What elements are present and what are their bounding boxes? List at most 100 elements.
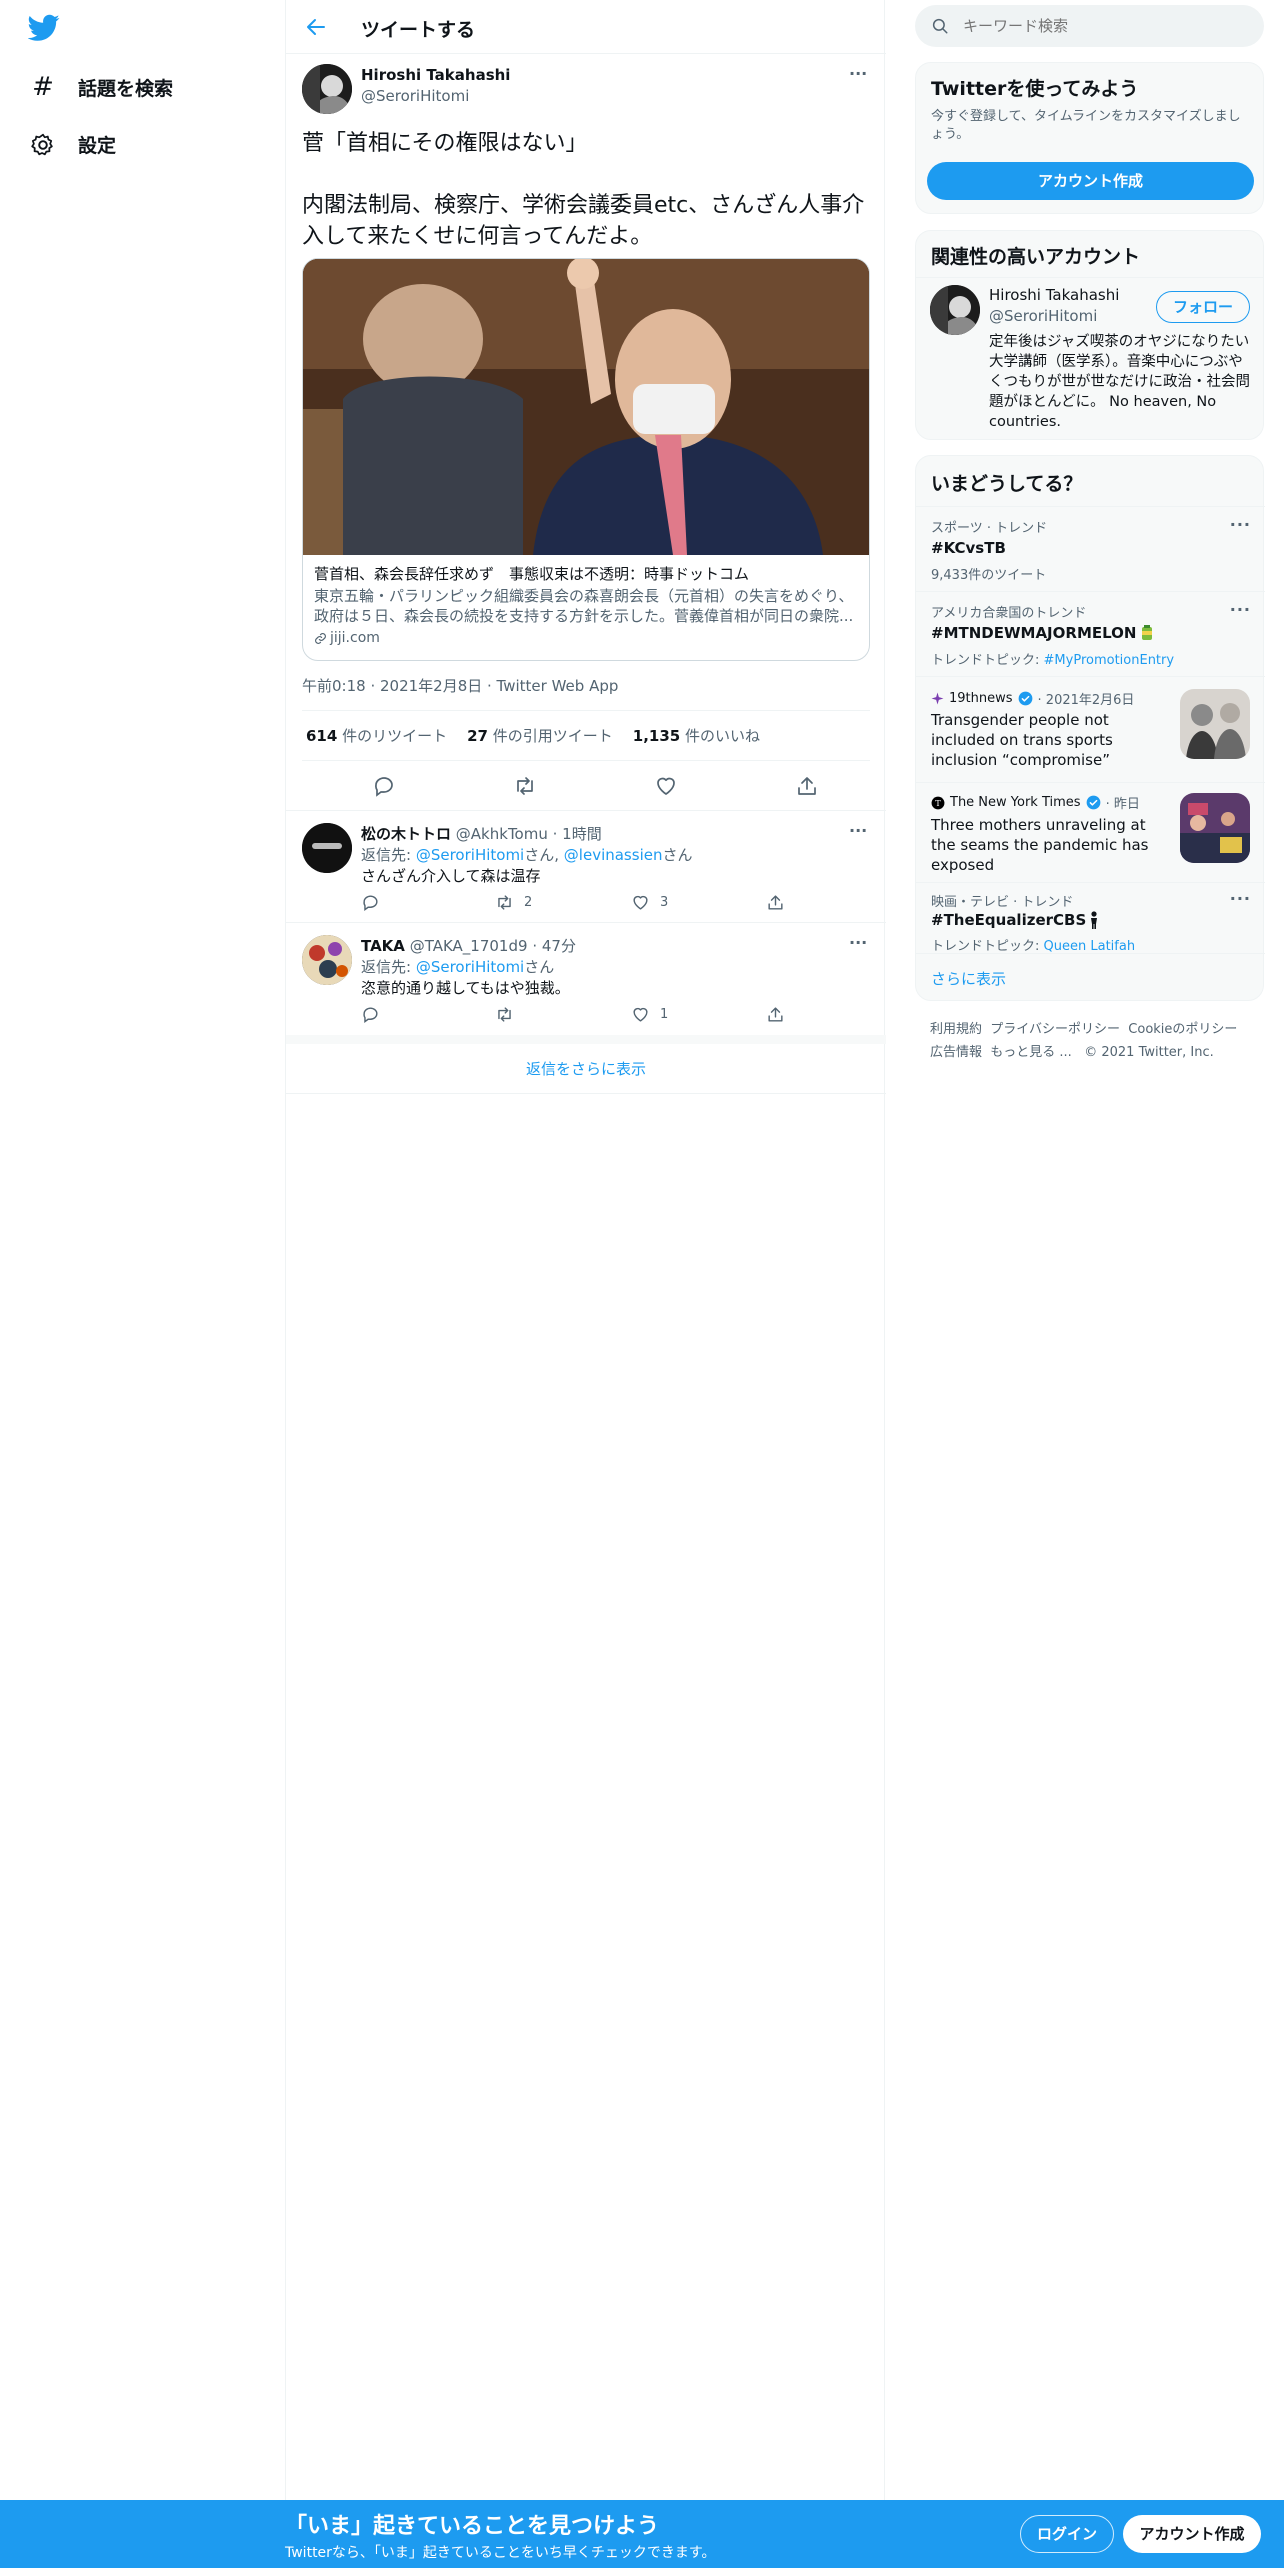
reply-tweet[interactable]: 松の木トトロ @AkhkTomu · 1時間 ··· 返信先: @SeroriH… (286, 811, 886, 923)
back-arrow-icon[interactable] (304, 15, 328, 39)
retweets-stat[interactable]: 614 件のリツイート (306, 725, 447, 746)
like-button[interactable]: 1 (631, 1005, 668, 1024)
share-icon[interactable] (795, 774, 819, 798)
create-account-button[interactable]: アカウント作成 (927, 162, 1254, 200)
reply-icon[interactable] (361, 1005, 380, 1024)
footer-cookie-link[interactable]: Cookieのポリシー (1128, 1022, 1237, 1037)
reply-header: 松の木トトロ @AkhkTomu · 1時間 (361, 823, 602, 844)
nav-settings[interactable]: 設定 (30, 131, 116, 158)
more-options-icon[interactable]: ··· (1230, 600, 1251, 619)
reply-time[interactable]: · 1時間 (553, 825, 602, 843)
show-more-trends-link[interactable]: さらに表示 (931, 968, 1006, 989)
footer-terms-link[interactable]: 利用規約 (930, 1022, 982, 1037)
more-options-icon[interactable]: ··· (849, 933, 867, 952)
news-item[interactable]: T The New York Times · 昨日 Three mothers … (916, 782, 1265, 882)
footer-links: 利用規約 プライバシーポリシー Cookieのポリシー 広告情報 もっと見る .… (930, 1018, 1260, 1064)
search-input[interactable] (963, 15, 1243, 37)
trend-meta-prefix: トレンドトピック: (931, 653, 1040, 668)
reply-author-handle[interactable]: @AkhkTomu (456, 825, 548, 843)
trend-meta-link[interactable]: #MyPromotionEntry (1044, 653, 1175, 668)
melon-emoji-icon (1140, 625, 1154, 641)
trend-item[interactable]: スポーツ · トレンド ··· #KCvsTB 9,433件のツイート (916, 506, 1265, 591)
more-options-icon[interactable]: ··· (849, 821, 867, 840)
nav-explore[interactable]: # 話題を検索 (30, 72, 173, 102)
account-name[interactable]: Hiroshi Takahashi (989, 286, 1119, 304)
retweet-icon (495, 893, 514, 912)
signup-card-title: Twitterを使ってみよう (931, 78, 1139, 100)
footer-ads-link[interactable]: 広告情報 (930, 1045, 982, 1060)
show-more-row[interactable]: さらに表示 (916, 953, 1265, 1001)
retweets-count: 614 (306, 727, 338, 745)
trend-context: アメリカ合衆国のトレンド (931, 606, 1087, 621)
search-box[interactable] (915, 5, 1264, 47)
relevant-accounts-title: 関連性の高いアカウント (931, 246, 1141, 268)
retweet-button[interactable]: 2 (495, 893, 532, 912)
author-name[interactable]: Hiroshi Takahashi (361, 66, 510, 84)
link-card-image (303, 259, 869, 555)
like-icon (631, 1005, 650, 1024)
news-headline: Three mothers unraveling at the seams th… (931, 816, 1149, 874)
reply-to-link[interactable]: @SeroriHitomi (416, 846, 524, 864)
tweet-timestamp[interactable]: 午前0:18 · 2021年2月8日 · Twitter Web App (302, 675, 618, 696)
share-icon[interactable] (766, 893, 785, 912)
reply-author-name[interactable]: TAKA (361, 937, 405, 955)
reply-to-link[interactable]: @levinassien (564, 846, 663, 864)
retweet-count: 2 (524, 895, 533, 910)
trend-name: #TheEqualizerCBS (931, 911, 1087, 929)
retweet-icon[interactable] (513, 774, 537, 798)
more-options-icon[interactable]: ··· (849, 64, 867, 83)
quotes-count: 27 (467, 727, 488, 745)
author-avatar[interactable] (302, 64, 352, 114)
login-button[interactable]: ログイン (1020, 2515, 1114, 2553)
more-options-icon[interactable]: ··· (1230, 515, 1251, 534)
account-avatar[interactable] (930, 285, 980, 335)
footer-more-link[interactable]: もっと見る ... (990, 1045, 1072, 1060)
trend-item[interactable]: アメリカ合衆国のトレンド ··· #MTNDEWMAJORMELON トレンドト… (916, 591, 1265, 676)
reply-author-handle[interactable]: @TAKA_1701d9 (410, 937, 528, 955)
signup-button[interactable]: アカウント作成 (1123, 2515, 1261, 2553)
trend-item[interactable]: 映画・テレビ · トレンド ··· #TheEqualizerCBS トレンドト… (916, 882, 1265, 962)
twitter-logo-icon[interactable] (28, 14, 60, 42)
trend-meta-prefix: トレンドトピック: (931, 939, 1040, 954)
reply-to-link[interactable]: @SeroriHitomi (416, 958, 524, 976)
relevant-accounts-card: 関連性の高いアカウント Hiroshi Takahashi @SeroriHit… (915, 230, 1264, 440)
trend-name: #KCvsTB (931, 539, 1006, 557)
quotes-stat[interactable]: 27 件の引用ツイート (467, 725, 613, 746)
likes-stat[interactable]: 1,135 件のいいね (633, 725, 760, 746)
news-thumbnail (1180, 793, 1250, 863)
reply-to-san: さん (524, 958, 555, 976)
reply-icon[interactable] (372, 774, 396, 798)
like-icon[interactable] (654, 774, 678, 798)
footer-privacy-link[interactable]: プライバシーポリシー (990, 1022, 1120, 1037)
trend-meta-link[interactable]: Queen Latifah (1044, 939, 1136, 954)
reply-time[interactable]: · 47分 (532, 937, 576, 955)
tweet-text-line2: 内閣法制局、検察庁、学術会議委員etc、さんざん人事介入して来たくせに何言ってん… (302, 193, 865, 249)
more-options-icon[interactable]: ··· (1230, 889, 1251, 908)
signup-card-subtitle: 今すぐ登録して、タイムラインをカスタマイズしましょう。 (931, 109, 1241, 142)
link-card-description: 東京五輪・パラリンピック組織委員会の森喜朗会長（元首相）の失言をめぐり、政府は５… (314, 587, 854, 625)
account-handle[interactable]: @SeroriHitomi (989, 307, 1097, 325)
page-header: ツイートする (286, 0, 886, 54)
reply-to-san: さん, (524, 846, 560, 864)
trend-name-row: #MTNDEWMAJORMELON (931, 624, 1154, 642)
share-icon[interactable] (766, 1005, 785, 1024)
like-button[interactable]: 3 (631, 893, 668, 912)
news-item[interactable]: 19thnews · 2021年2月6日 Transgender people … (916, 676, 1265, 782)
tweet-text: 菅「首相にその権限はない」 内閣法制局、検察庁、学術会議委員etc、さんざん人事… (302, 128, 867, 252)
bottom-bar-subtitle: Twitterなら、「いま」起きていることをいち早くチェックできます。 (285, 2545, 716, 2561)
reply-avatar[interactable] (302, 823, 352, 873)
trend-meta: 9,433件のツイート (931, 568, 1047, 583)
reply-author-name[interactable]: 松の木トトロ (361, 825, 451, 843)
tweet-text-line1: 菅「首相にその権限はない」 (302, 131, 588, 156)
show-more-replies-button[interactable]: 返信をさらに表示 (286, 1044, 886, 1094)
trend-meta: トレンドトピック: Queen Latifah (931, 935, 1135, 954)
follow-button[interactable]: フォロー (1156, 291, 1250, 323)
reply-tweet[interactable]: TAKA @TAKA_1701d9 · 47分 ··· 返信先: @Serori… (286, 923, 886, 1035)
link-card[interactable]: 菅首相、森会長辞任求めず 事態収束は不透明：時事ドットコム 東京五輪・パラリンピ… (302, 258, 870, 661)
author-handle[interactable]: @SeroriHitomi (361, 87, 469, 105)
search-icon (931, 17, 949, 35)
retweet-button[interactable] (495, 1005, 524, 1024)
reply-avatar[interactable] (302, 935, 352, 985)
verified-badge-icon (1086, 795, 1101, 810)
reply-icon[interactable] (361, 893, 380, 912)
